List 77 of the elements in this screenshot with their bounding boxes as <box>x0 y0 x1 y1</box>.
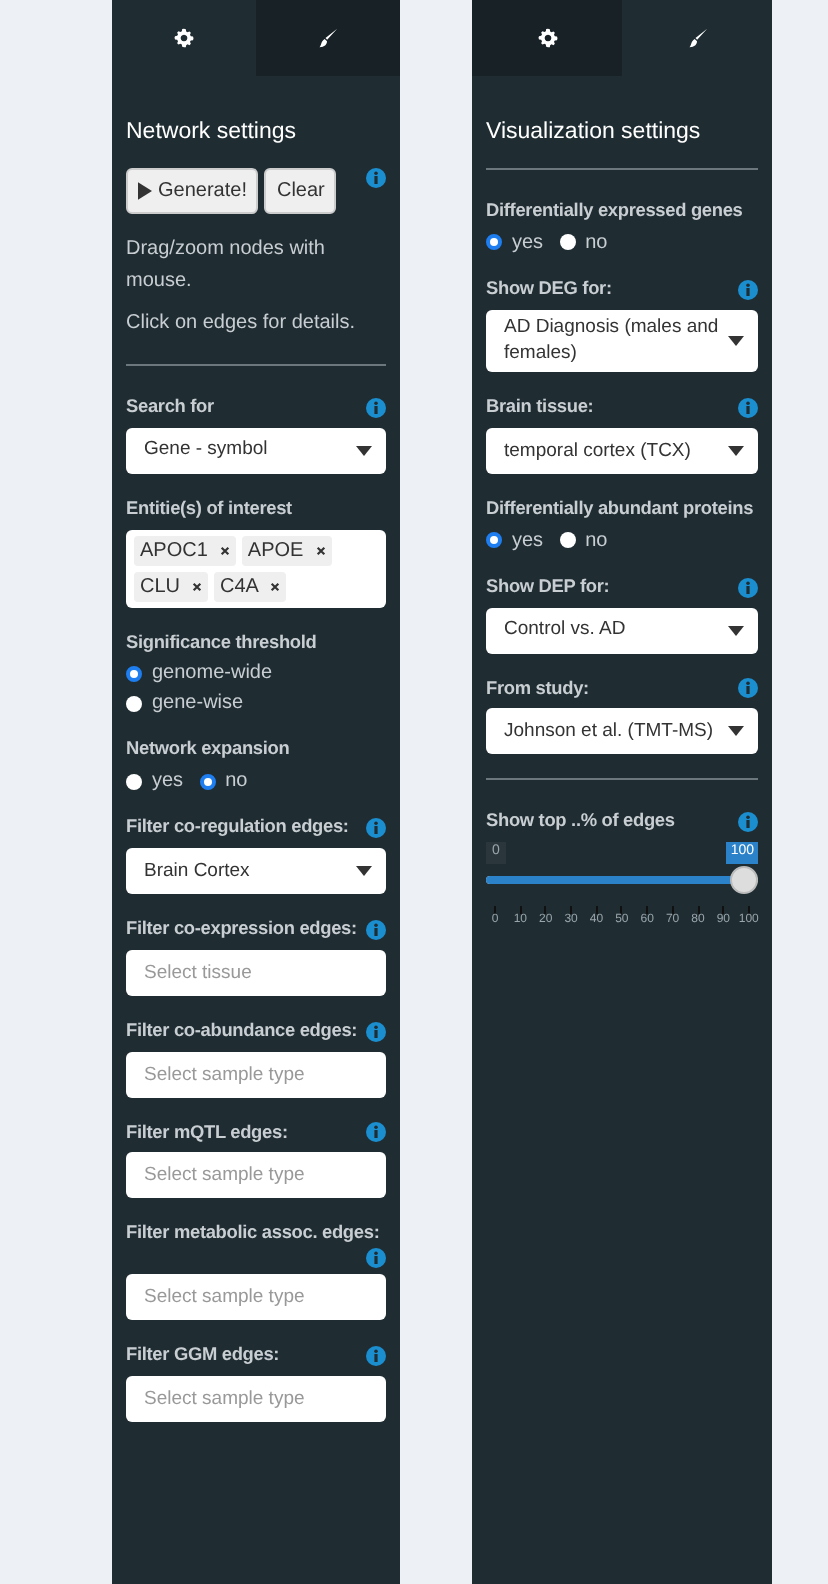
radio-option[interactable]: genome-wide <box>126 662 386 685</box>
play-icon <box>138 182 152 200</box>
field-label: Search for <box>126 394 214 420</box>
field-label: Filter co-expression edges: <box>126 915 357 942</box>
field-label: Significance threshold <box>126 629 317 656</box>
field-label: Show DEG for: <box>486 275 612 302</box>
action-button[interactable]: Clear <box>264 168 337 214</box>
input-field[interactable]: Select sample type <box>126 1274 386 1321</box>
slider-track[interactable] <box>486 866 758 895</box>
remove-icon[interactable] <box>192 581 203 592</box>
brush-icon <box>687 28 707 48</box>
tag-chip[interactable]: APOC1 <box>134 535 236 566</box>
info-icon[interactable] <box>738 279 758 300</box>
field-label: Entitie(s) of interest <box>126 495 292 522</box>
radio-option[interactable]: no <box>559 231 608 254</box>
tag-input-field[interactable]: APOC1 APOE CLU C4A <box>126 529 386 608</box>
info-icon[interactable] <box>366 1122 386 1143</box>
remove-icon[interactable] <box>315 545 326 556</box>
panel-title: Visualization settings <box>486 120 703 144</box>
dropdown[interactable]: Control vs. AD <box>486 607 758 654</box>
input-field[interactable]: Select sample type <box>126 1375 386 1422</box>
field-label: Filter metabolic assoc. edges: <box>126 1220 380 1247</box>
field-label: Brain tissue: <box>486 394 594 421</box>
caret-icon <box>728 726 744 737</box>
action-button[interactable]: Generate! <box>126 168 259 214</box>
remove-icon[interactable] <box>270 581 281 592</box>
radio-option[interactable]: no <box>559 529 608 552</box>
input-field[interactable]: Select sample type <box>126 1152 386 1199</box>
info-icon[interactable] <box>366 1248 386 1269</box>
field-label: Network expansion <box>126 736 290 763</box>
info-icon[interactable] <box>366 919 386 940</box>
caret-icon <box>728 335 744 346</box>
field-label: Differentially abundant proteins <box>486 495 754 522</box>
slider-thumb[interactable] <box>730 866 758 895</box>
info-icon[interactable] <box>366 397 386 418</box>
radio-option[interactable]: gene-wise <box>126 692 386 715</box>
info-icon[interactable] <box>366 818 386 839</box>
field-label: Show top ..% of edges <box>486 808 675 835</box>
field-label: Filter co-abundance edges: <box>126 1017 358 1044</box>
info-icon[interactable] <box>738 678 758 699</box>
help-text: Drag/zoom nodes with mouse. <box>126 236 327 296</box>
info-icon[interactable] <box>738 577 758 598</box>
remove-icon[interactable] <box>219 545 230 556</box>
settings-icon <box>537 28 557 48</box>
field-label: From study: <box>486 675 589 702</box>
field-label: Differentially expressed genes <box>486 198 743 224</box>
info-icon[interactable] <box>366 1021 386 1042</box>
dropdown[interactable]: Johnson et al. (TMT-MS) <box>486 708 758 755</box>
help-text: Click on edges for details. <box>126 310 358 338</box>
input-field[interactable]: Select sample type <box>126 1051 386 1098</box>
info-icon[interactable] <box>366 168 386 188</box>
settings-icon <box>174 28 194 48</box>
tag-chip[interactable]: C4A <box>214 571 287 602</box>
tag-chip[interactable]: CLU <box>134 571 209 602</box>
caret-icon <box>356 865 372 876</box>
field-label: Filter mQTL edges: <box>126 1119 288 1146</box>
radio-option[interactable]: yes <box>486 529 544 552</box>
dropdown[interactable]: Brain Cortex <box>126 847 386 894</box>
tag-chip[interactable]: APOE <box>241 535 332 566</box>
info-icon[interactable] <box>738 812 758 833</box>
dropdown[interactable]: Gene - symbol <box>126 427 386 474</box>
caret-icon <box>728 445 744 456</box>
dropdown[interactable]: temporal cortex (TCX) <box>486 427 758 474</box>
radio-option[interactable]: yes <box>486 231 544 254</box>
input-field[interactable]: Select tissue <box>126 949 386 996</box>
panel-title: Network settings <box>126 120 299 144</box>
radio-option[interactable]: yes <box>126 770 184 793</box>
caret-icon <box>728 625 744 636</box>
caret-icon <box>356 445 372 456</box>
field-label: Filter GGM edges: <box>126 1342 280 1369</box>
info-icon[interactable] <box>738 398 758 419</box>
brush-icon <box>318 28 338 48</box>
field-label: Show DEP for: <box>486 573 610 600</box>
info-icon[interactable] <box>366 1346 386 1367</box>
field-label: Filter co-regulation edges: <box>126 814 349 841</box>
radio-option[interactable]: no <box>199 770 248 793</box>
dropdown[interactable]: AD Diagnosis (males and females) <box>486 309 758 373</box>
